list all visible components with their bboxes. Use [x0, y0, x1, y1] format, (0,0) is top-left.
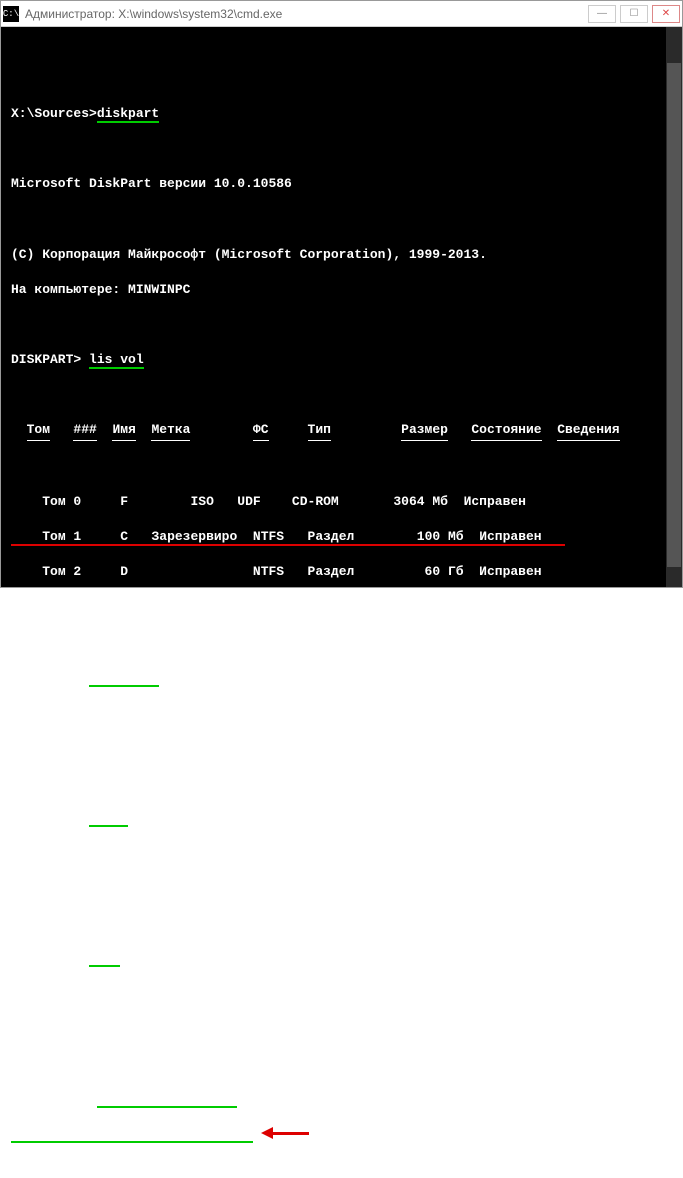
- terminal-body[interactable]: X:\Sources>diskpart Microsoft DiskPart в…: [1, 27, 682, 587]
- line-bcdboot: X:\Sources>bcdboot D:\Windows: [11, 1090, 654, 1108]
- line-selvol: DISKPART> sel vol 1: [11, 669, 654, 687]
- cmd-activ: activ: [89, 810, 128, 827]
- line-version: Microsoft DiskPart версии 10.0.10586: [11, 175, 654, 193]
- scrollbar[interactable]: [666, 27, 682, 587]
- table-header: Том ### Имя Метка ФС Тип Размер Состояни…: [11, 421, 654, 441]
- line-exit: DISKPART> exit: [11, 949, 654, 967]
- table-row-highlighted: Том 1 C Зарезервиро NTFS Раздел 100 Мб И…: [11, 528, 654, 546]
- line-copyright: (C) Корпорация Майкрософт (Microsoft Cor…: [11, 246, 654, 264]
- window-controls: — ☐ ✕: [588, 5, 680, 23]
- line-exit-msg: Завершение работы DiskPart...: [11, 1020, 654, 1038]
- line-selected: Выбран том 1.: [11, 739, 654, 757]
- cmd-icon: C:\: [3, 6, 19, 22]
- minimize-button[interactable]: —: [588, 5, 616, 23]
- line-active-msg: DiskPart: раздел помечен как активный.: [11, 879, 654, 897]
- table-row: Том 3 E NTFS Раздел 58 Гб Исправен: [11, 599, 654, 617]
- cmd-bcdboot: bcdboot D:\Windows: [97, 1091, 237, 1108]
- terminal-content: X:\Sources>diskpart Microsoft DiskPart в…: [11, 88, 672, 1178]
- cmd-window: C:\ Администратор: X:\windows\system32\c…: [0, 0, 683, 588]
- cmd-exit: exit: [89, 950, 120, 967]
- line-lisvol: DISKPART> lis vol: [11, 351, 654, 369]
- table-row: Том 0 F ISO UDF CD-ROM 3064 Мб Исправен: [11, 493, 654, 511]
- line-boot-ok: Файлы загрузки успешно созданы.: [11, 1125, 654, 1143]
- line-prompt-diskpart: X:\Sources>diskpart: [11, 105, 654, 123]
- titlebar[interactable]: C:\ Администратор: X:\windows\system32\c…: [1, 1, 682, 27]
- cmd-lisvol: lis vol: [89, 352, 144, 369]
- line-computer: На компьютере: MINWINPC: [11, 281, 654, 299]
- cmd-diskpart: diskpart: [97, 106, 159, 123]
- maximize-button[interactable]: ☐: [620, 5, 648, 23]
- scrollbar-thumb[interactable]: [667, 63, 681, 567]
- close-button[interactable]: ✕: [652, 5, 680, 23]
- line-activ: DISKPART> activ: [11, 809, 654, 827]
- table-row: Том 2 D NTFS Раздел 60 Гб Исправен: [11, 563, 654, 581]
- window-title: Администратор: X:\windows\system32\cmd.e…: [25, 7, 588, 21]
- cmd-selvol: sel vol 1: [89, 670, 159, 687]
- arrow-icon: [259, 1128, 309, 1138]
